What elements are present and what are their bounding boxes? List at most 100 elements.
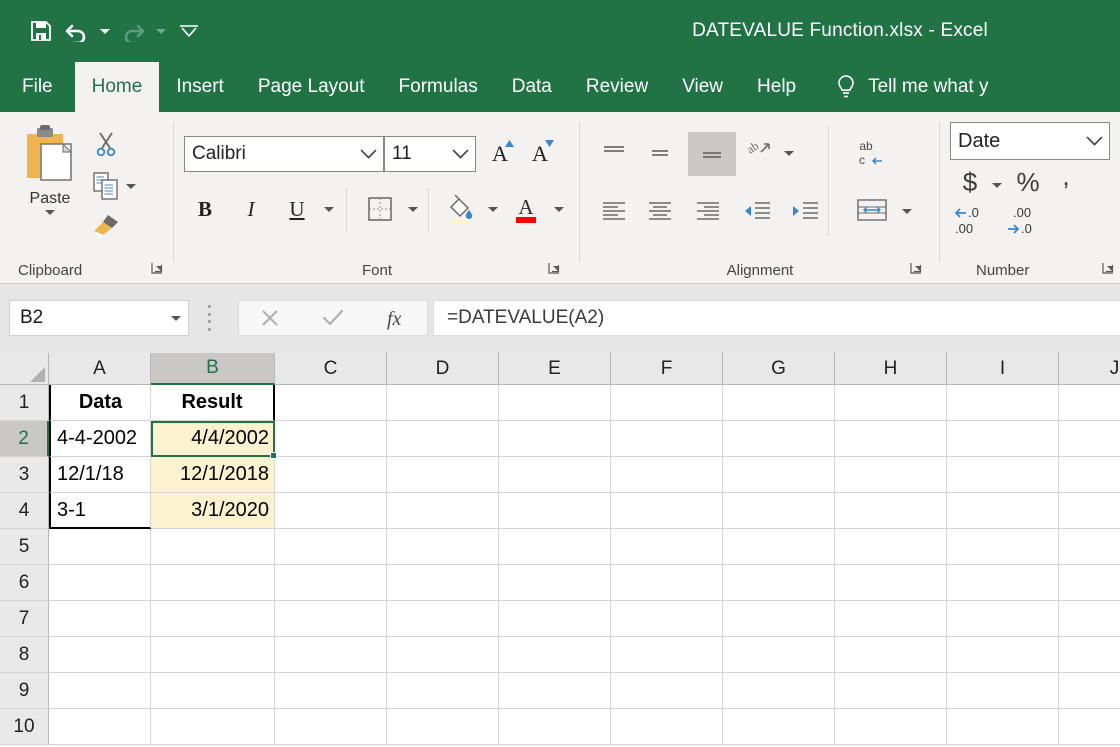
name-box-dropdown-icon[interactable] xyxy=(164,315,188,321)
font-dialog-launcher[interactable] xyxy=(547,261,562,276)
grid-cell[interactable] xyxy=(275,493,387,529)
font-name-combo[interactable]: Calibri xyxy=(184,136,384,172)
grid-cell[interactable] xyxy=(723,601,835,637)
underline-button[interactable]: U xyxy=(280,192,314,226)
grid-cell[interactable] xyxy=(611,673,723,709)
grid-cell[interactable] xyxy=(151,529,275,565)
alignment-dialog-launcher[interactable] xyxy=(909,261,924,276)
grid-cell[interactable] xyxy=(49,637,151,673)
tab-insert[interactable]: Insert xyxy=(159,62,241,112)
fill-handle[interactable] xyxy=(270,452,277,459)
grid-cell[interactable] xyxy=(275,457,387,493)
grid-cell[interactable] xyxy=(835,385,947,421)
grid-cell[interactable] xyxy=(387,637,499,673)
grid-cell[interactable] xyxy=(1059,457,1120,493)
grid-cell[interactable] xyxy=(723,385,835,421)
cell-a4[interactable]: 3-1 xyxy=(49,493,151,529)
grid-cell[interactable] xyxy=(835,493,947,529)
grid-cell[interactable] xyxy=(49,709,151,745)
grid-cell[interactable] xyxy=(151,709,275,745)
tab-review[interactable]: Review xyxy=(569,62,665,112)
borders-dropdown-icon[interactable] xyxy=(404,194,422,224)
grid-cell[interactable] xyxy=(611,565,723,601)
grid-cell[interactable] xyxy=(835,565,947,601)
row-header-9[interactable]: 9 xyxy=(0,673,49,709)
grid-cell[interactable] xyxy=(947,493,1059,529)
cut-button[interactable] xyxy=(88,127,124,161)
tell-me-box[interactable]: Tell me what y xyxy=(813,62,988,112)
grid-cell[interactable] xyxy=(1059,637,1120,673)
font-size-combo[interactable]: 11 xyxy=(384,136,476,172)
decrease-decimal-button[interactable]: .00 .0 xyxy=(1004,204,1048,240)
grid-cell[interactable] xyxy=(387,601,499,637)
number-format-combo[interactable]: Date xyxy=(950,122,1110,160)
row-header-1[interactable]: 1 xyxy=(0,385,49,421)
cell-a3[interactable]: 12/1/18 xyxy=(49,457,151,493)
grid-cell[interactable] xyxy=(947,709,1059,745)
grid-cell[interactable] xyxy=(947,385,1059,421)
percent-style-button[interactable]: % xyxy=(1012,166,1044,198)
wrap-text-button[interactable]: ab c xyxy=(852,134,896,172)
tab-view[interactable]: View xyxy=(665,62,740,112)
grid-cell[interactable] xyxy=(947,529,1059,565)
orientation-dropdown-icon[interactable] xyxy=(780,138,798,168)
grid-cell[interactable] xyxy=(611,421,723,457)
grid-cell[interactable] xyxy=(275,673,387,709)
paste-dropdown-icon[interactable] xyxy=(45,210,55,233)
grid-cell[interactable] xyxy=(275,601,387,637)
row-header-6[interactable]: 6 xyxy=(0,565,49,601)
grid-cell[interactable] xyxy=(499,421,611,457)
underline-dropdown-icon[interactable] xyxy=(320,194,338,224)
increase-decimal-button[interactable]: .0 .00 xyxy=(952,204,996,240)
row-header-8[interactable]: 8 xyxy=(0,637,49,673)
paste-button[interactable]: Paste xyxy=(14,124,86,244)
grid-cell[interactable] xyxy=(387,385,499,421)
grid-cell[interactable] xyxy=(611,493,723,529)
grid-cell[interactable] xyxy=(835,709,947,745)
tab-page-layout[interactable]: Page Layout xyxy=(241,62,382,112)
column-header-g[interactable]: G xyxy=(723,353,835,385)
grid-cell[interactable] xyxy=(723,709,835,745)
column-header-b[interactable]: B xyxy=(151,353,275,385)
grid-cell[interactable] xyxy=(1059,601,1120,637)
grid-cell[interactable] xyxy=(835,601,947,637)
grid-cell[interactable] xyxy=(723,565,835,601)
merge-and-center-button[interactable] xyxy=(852,192,892,230)
number-dialog-launcher[interactable] xyxy=(1101,261,1116,276)
bottom-align-button[interactable] xyxy=(688,132,736,176)
accounting-format-button[interactable]: $ xyxy=(954,166,986,198)
column-header-i[interactable]: I xyxy=(947,353,1059,385)
number-format-chevron-down-icon[interactable] xyxy=(1079,136,1109,146)
row-header-3[interactable]: 3 xyxy=(0,457,49,493)
grid-cell[interactable] xyxy=(151,673,275,709)
grid-cell[interactable] xyxy=(835,457,947,493)
insert-function-icon[interactable]: fx xyxy=(364,306,427,330)
name-box[interactable]: B2 xyxy=(9,300,189,336)
accounting-dropdown-icon[interactable] xyxy=(988,170,1006,200)
grid-cell[interactable] xyxy=(723,493,835,529)
column-header-h[interactable]: H xyxy=(835,353,947,385)
font-name-chevron-down-icon[interactable] xyxy=(353,149,383,159)
tab-help[interactable]: Help xyxy=(740,62,813,112)
grid-cell[interactable] xyxy=(1059,385,1120,421)
undo-icon[interactable] xyxy=(60,14,94,48)
fill-color-button[interactable] xyxy=(442,190,478,228)
grid-cell[interactable] xyxy=(611,637,723,673)
grid-cell[interactable] xyxy=(49,565,151,601)
grid-cell[interactable] xyxy=(835,673,947,709)
cell-a1[interactable]: Data xyxy=(49,385,151,421)
grid-cell[interactable] xyxy=(947,565,1059,601)
italic-button[interactable]: I xyxy=(234,192,268,226)
clipboard-dialog-launcher[interactable] xyxy=(150,261,165,276)
row-header-7[interactable]: 7 xyxy=(0,601,49,637)
column-header-j[interactable]: J xyxy=(1059,353,1120,385)
center-button[interactable] xyxy=(642,194,678,228)
align-left-button[interactable] xyxy=(596,194,632,228)
customize-quick-access-toolbar-icon[interactable] xyxy=(172,14,206,48)
grid-cell[interactable] xyxy=(151,601,275,637)
select-all-corner[interactable] xyxy=(0,353,49,385)
grid-cell[interactable] xyxy=(49,673,151,709)
borders-button[interactable] xyxy=(362,192,398,226)
tab-file[interactable]: File xyxy=(0,62,75,112)
grid-cell[interactable] xyxy=(499,385,611,421)
